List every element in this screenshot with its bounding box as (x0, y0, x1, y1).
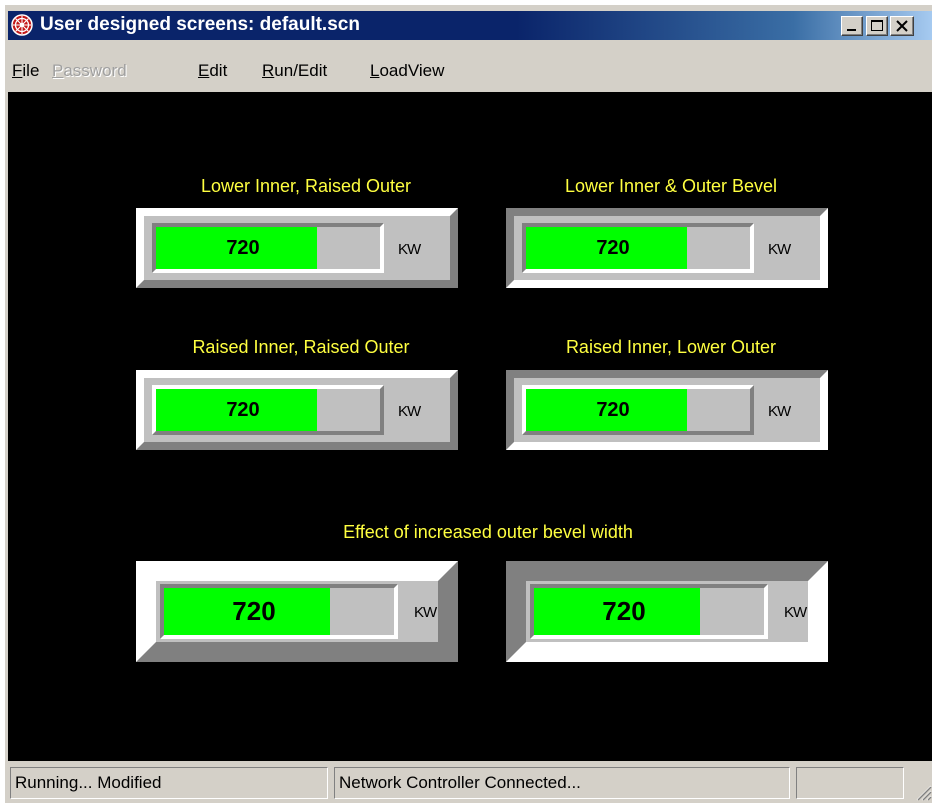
bar-track: 720 (530, 584, 768, 639)
bar-value: 720 (596, 398, 630, 421)
close-icon (896, 20, 908, 32)
status-bar: Running... Modified Network Controller C… (8, 766, 932, 803)
unit-label: KW (768, 403, 791, 420)
resize-grip-icon[interactable] (914, 783, 932, 801)
menu-run-edit-accel: R (262, 61, 275, 80)
minimize-icon (847, 29, 856, 31)
bar-value: 720 (232, 596, 276, 626)
bar-track: 720 (522, 385, 754, 435)
bar-track: 720 (522, 223, 754, 273)
bar-value: 720 (602, 596, 646, 626)
bar-value: 720 (596, 236, 630, 259)
maximize-icon (871, 20, 883, 31)
panel-title: Lower Inner & Outer Bevel (564, 176, 778, 196)
window-title: User designed screens: default.scn (40, 14, 360, 35)
menu-edit-label: dit (209, 61, 228, 80)
menu-file-accel: F (12, 61, 23, 80)
unit-label: KW (768, 241, 791, 258)
unit-label: KW (398, 241, 421, 258)
bar-value: 720 (226, 236, 260, 259)
minimize-button[interactable] (841, 16, 863, 36)
menu-file[interactable]: File (12, 60, 39, 82)
menu-loadview[interactable]: LoadView (370, 60, 444, 82)
bar-track: 720 (160, 584, 398, 639)
bar-panel-6[interactable]: 720 KW (506, 561, 828, 662)
menu-loadview-label: oadView (379, 61, 445, 80)
title-bar[interactable]: User designed screens: default.scn (8, 11, 932, 40)
bar-track: 720 (152, 223, 384, 273)
section-title: Effect of increased outer bevel width (343, 522, 633, 542)
unit-label: KW (784, 604, 807, 621)
status-extra (796, 767, 904, 799)
panel-title: Raised Inner, Lower Outer (565, 337, 777, 357)
menu-edit-accel: E (198, 61, 210, 80)
unit-label: KW (398, 403, 421, 420)
menu-password-accel: P (52, 61, 64, 80)
panel-title: Lower Inner, Raised Outer (200, 176, 412, 196)
unit-label: KW (414, 604, 437, 621)
bar-panel-1[interactable]: 720 KW (136, 208, 458, 288)
menu-file-label: ile (22, 61, 40, 80)
screen-canvas: Lower Inner, Raised Outer 720 KW Lower I… (8, 92, 932, 761)
menu-password-label: assword (63, 61, 127, 80)
panel-title: Raised Inner, Raised Outer (192, 337, 410, 357)
menu-bar: File Password Edit Run/Edit LoadView (8, 58, 932, 85)
bar-panel-5[interactable]: 720 KW (136, 561, 458, 662)
status-network: Network Controller Connected... (334, 767, 790, 799)
maximize-button[interactable] (866, 16, 888, 36)
app-logo-icon (11, 14, 33, 36)
menu-run-edit-label: un/Edit (274, 61, 328, 80)
bar-panel-4[interactable]: 720 KW (506, 370, 828, 450)
bar-panel-3[interactable]: 720 KW (136, 370, 458, 450)
bar-value: 720 (226, 398, 260, 421)
close-button[interactable] (890, 16, 914, 36)
menu-password[interactable]: Password (52, 60, 127, 82)
menu-run-edit[interactable]: Run/Edit (262, 60, 327, 82)
status-running: Running... Modified (10, 767, 328, 799)
bar-panel-2[interactable]: 720 KW (506, 208, 828, 288)
bar-track: 720 (152, 385, 384, 435)
menu-edit[interactable]: Edit (198, 60, 227, 82)
